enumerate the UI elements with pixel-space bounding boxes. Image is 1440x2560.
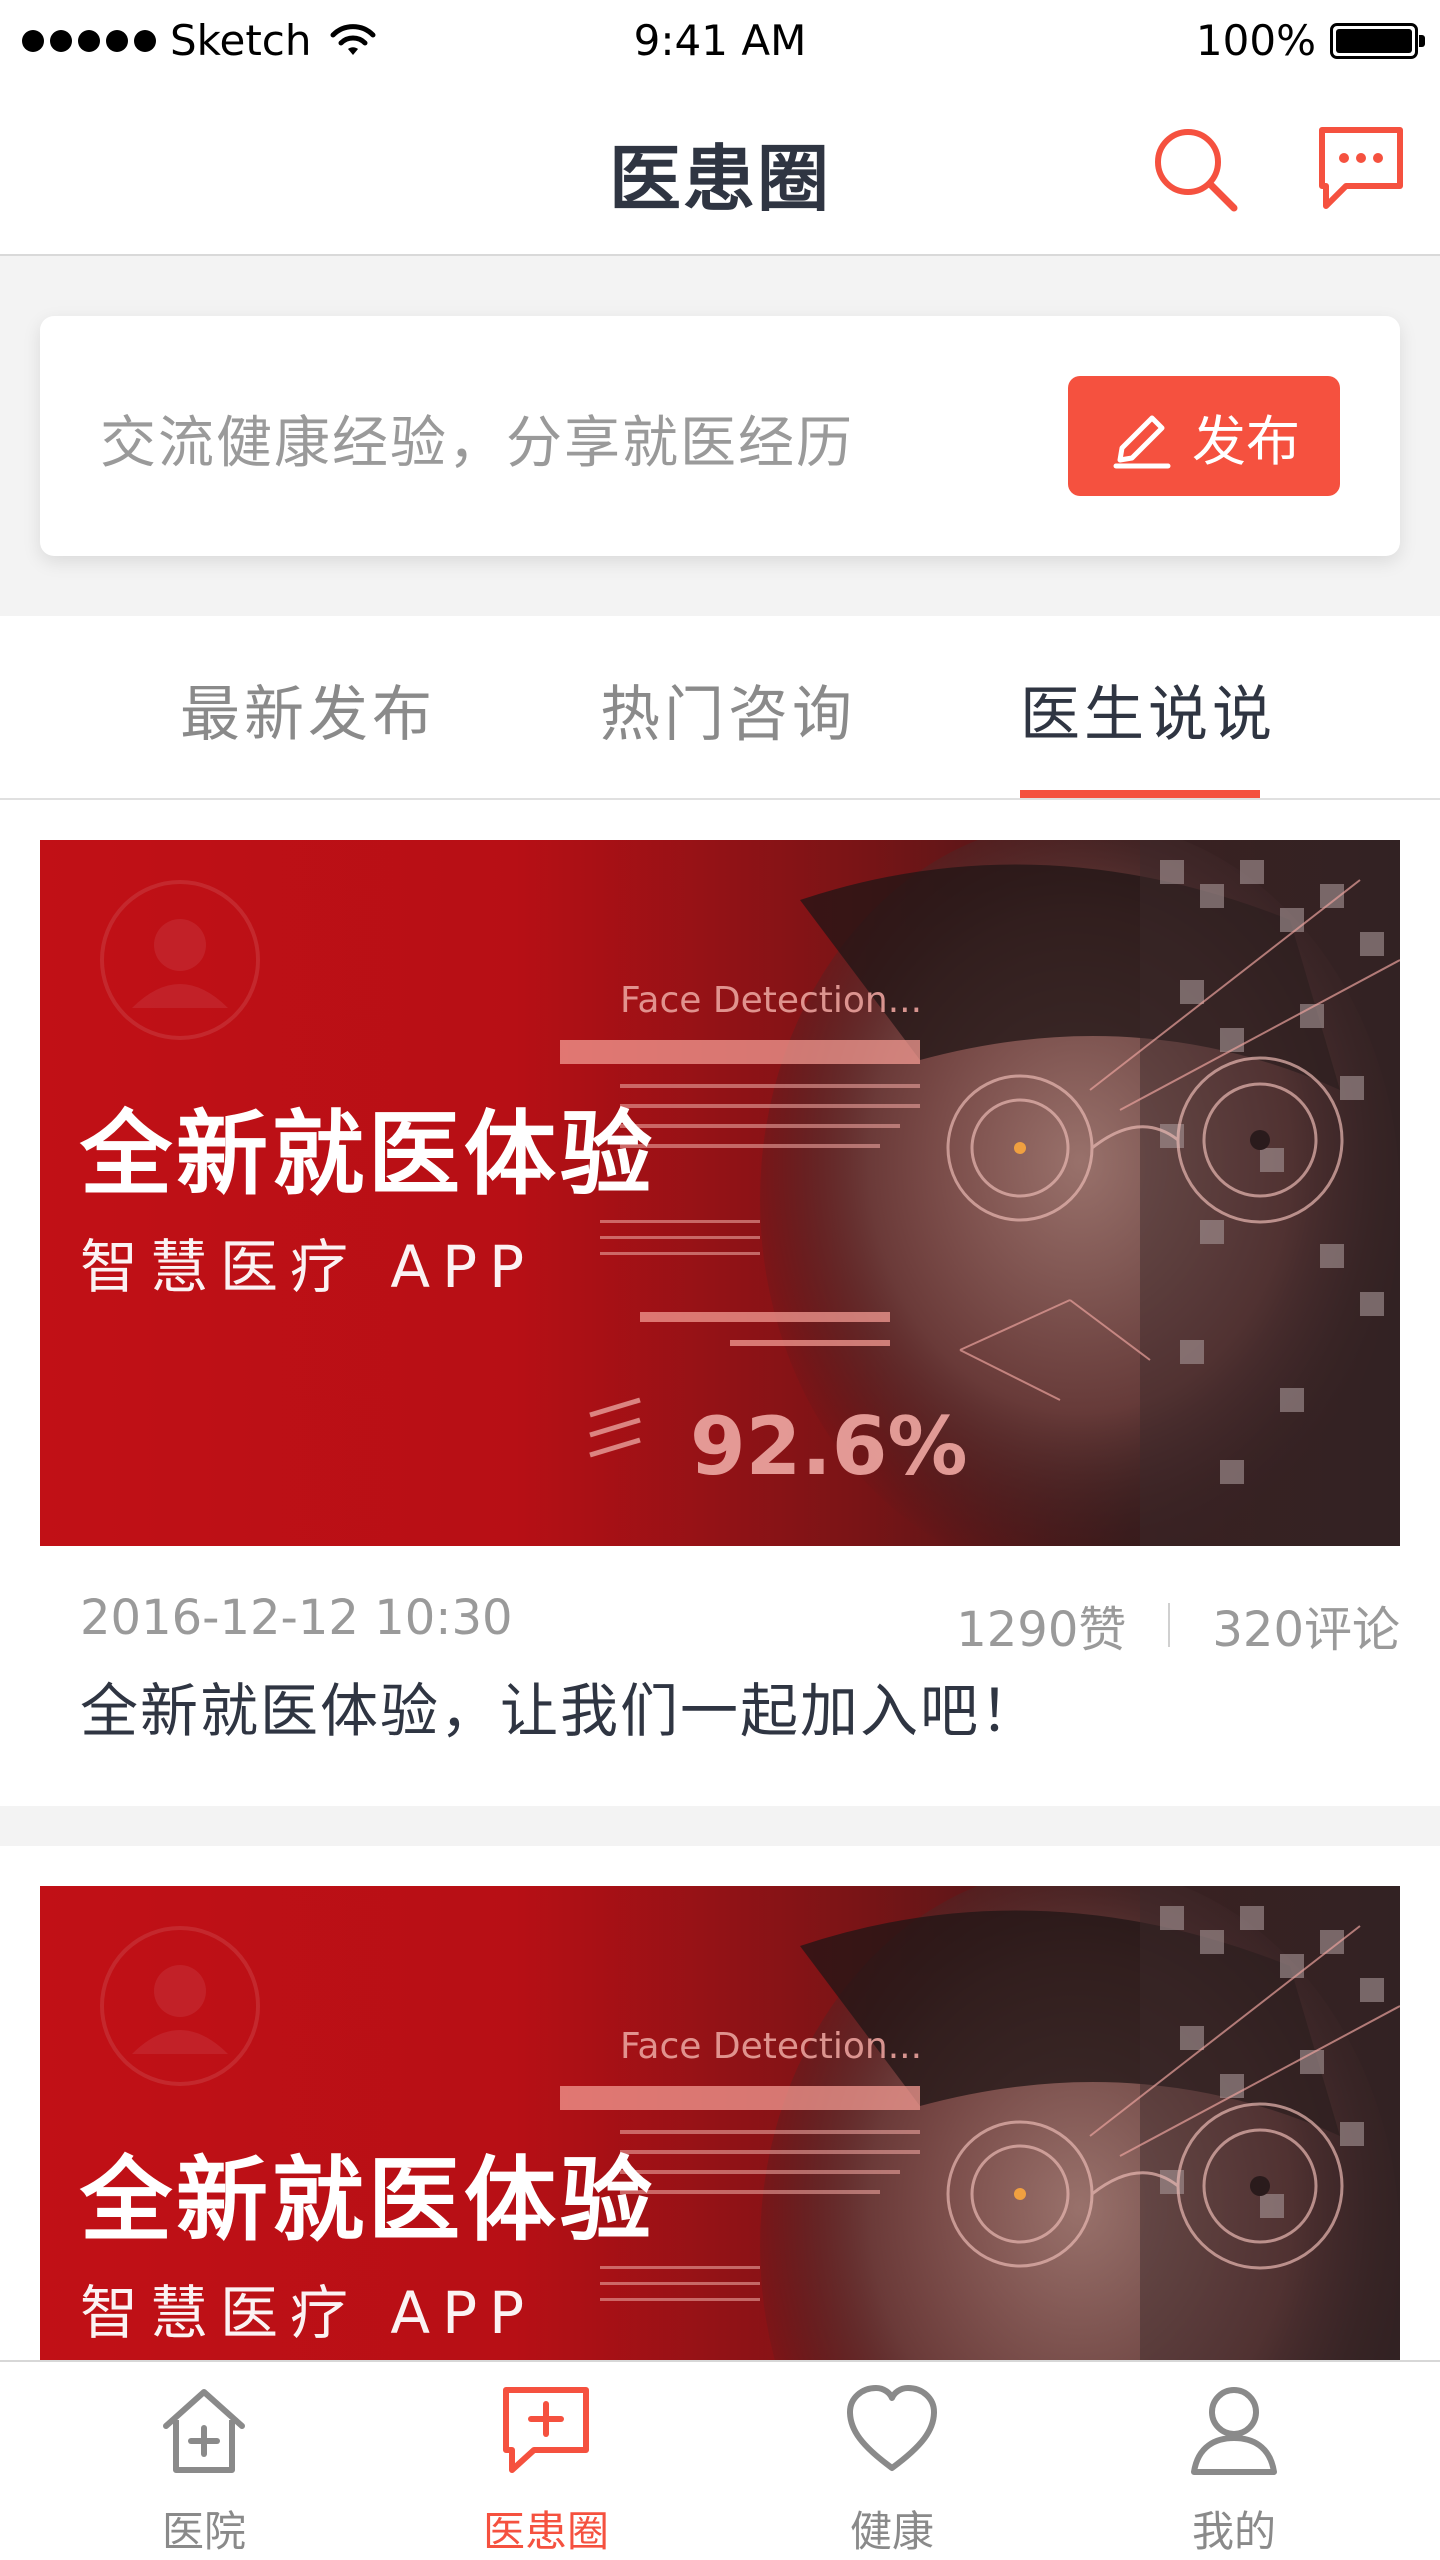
app-screen: Sketch 9:41 AM 100% 医患圈 交流健康经验，分享就医经历 发布…: [0, 0, 1440, 2560]
house-plus-icon: [163, 2389, 245, 2473]
chat-plus-icon: [503, 2387, 589, 2473]
post-text[interactable]: 全新就医体验，让我们一起加入吧！: [80, 1664, 1040, 1748]
post-banner[interactable]: Face Detection... 全新就医体验 智慧医疗 APP 92.6%: [40, 840, 1400, 1546]
composer-placeholder[interactable]: 交流健康经验，分享就医经历: [100, 398, 854, 479]
heart-icon: [847, 2385, 937, 2471]
post-stats: 1290赞 320评论: [956, 1590, 1400, 1660]
banner-percent: 92.6%: [690, 1400, 968, 1493]
search-icon[interactable]: [1150, 124, 1240, 214]
tab-doctor[interactable]: 医生说说: [1020, 666, 1276, 753]
post-meta: 2016-12-12 10:30 1290赞 320评论: [80, 1584, 1400, 1658]
publish-label: 发布: [1192, 409, 1300, 473]
banner-subtitle: 智慧医疗 APP: [80, 1233, 537, 1301]
battery-percent: 100%: [1195, 16, 1316, 65]
face-detection-label: Face Detection...: [620, 2026, 923, 2067]
status-right: 100%: [1195, 16, 1425, 65]
tabbar-item-hospital[interactable]: 医院: [94, 2380, 314, 2559]
publish-button[interactable]: 发布: [1068, 376, 1340, 496]
tab-hot[interactable]: 热门咨询: [600, 666, 856, 753]
post-card[interactable]: Face Detection... 全新就医体验 智慧医疗 APP 92.6% …: [0, 800, 1440, 1806]
user-icon: [1191, 2387, 1277, 2475]
banner-title: 全新就医体验: [80, 1101, 657, 1208]
tabbar-label: 医患圈: [482, 2507, 609, 2556]
tabbar-label: 医院: [161, 2507, 246, 2556]
banner-title: 全新就医体验: [80, 2147, 657, 2254]
tabbar-item-me[interactable]: 我的: [1124, 2380, 1344, 2559]
tabbar-item-health[interactable]: 健康: [782, 2380, 1002, 2559]
stats-divider: [1168, 1603, 1171, 1647]
tab-latest[interactable]: 最新发布: [180, 666, 436, 753]
composer-card[interactable]: 交流健康经验，分享就医经历 发布: [40, 316, 1400, 556]
pencil-icon: [1113, 415, 1171, 469]
tabbar-label: 我的: [1191, 2507, 1276, 2556]
tabbar-label: 健康: [849, 2507, 934, 2556]
banner-subtitle: 智慧医疗 APP: [80, 2279, 537, 2347]
battery-icon: [1330, 22, 1425, 59]
status-bar: Sketch 9:41 AM 100%: [0, 0, 1440, 84]
post-date: 2016-12-12 10:30: [80, 1590, 513, 1646]
likes-count[interactable]: 1290赞: [956, 1590, 1126, 1660]
comments-count[interactable]: 320评论: [1212, 1590, 1400, 1660]
tabbar-item-circle[interactable]: 医患圈: [436, 2380, 656, 2559]
message-icon[interactable]: [1316, 124, 1406, 214]
nav-bar: 医患圈: [0, 84, 1440, 256]
segment-tabs: 最新发布 热门咨询 医生说说: [0, 616, 1440, 800]
bottom-tab-bar: 医院 医患圈 健康 我的: [0, 2360, 1440, 2560]
face-detection-label: Face Detection...: [620, 980, 923, 1021]
active-tab-indicator: [1020, 790, 1260, 798]
